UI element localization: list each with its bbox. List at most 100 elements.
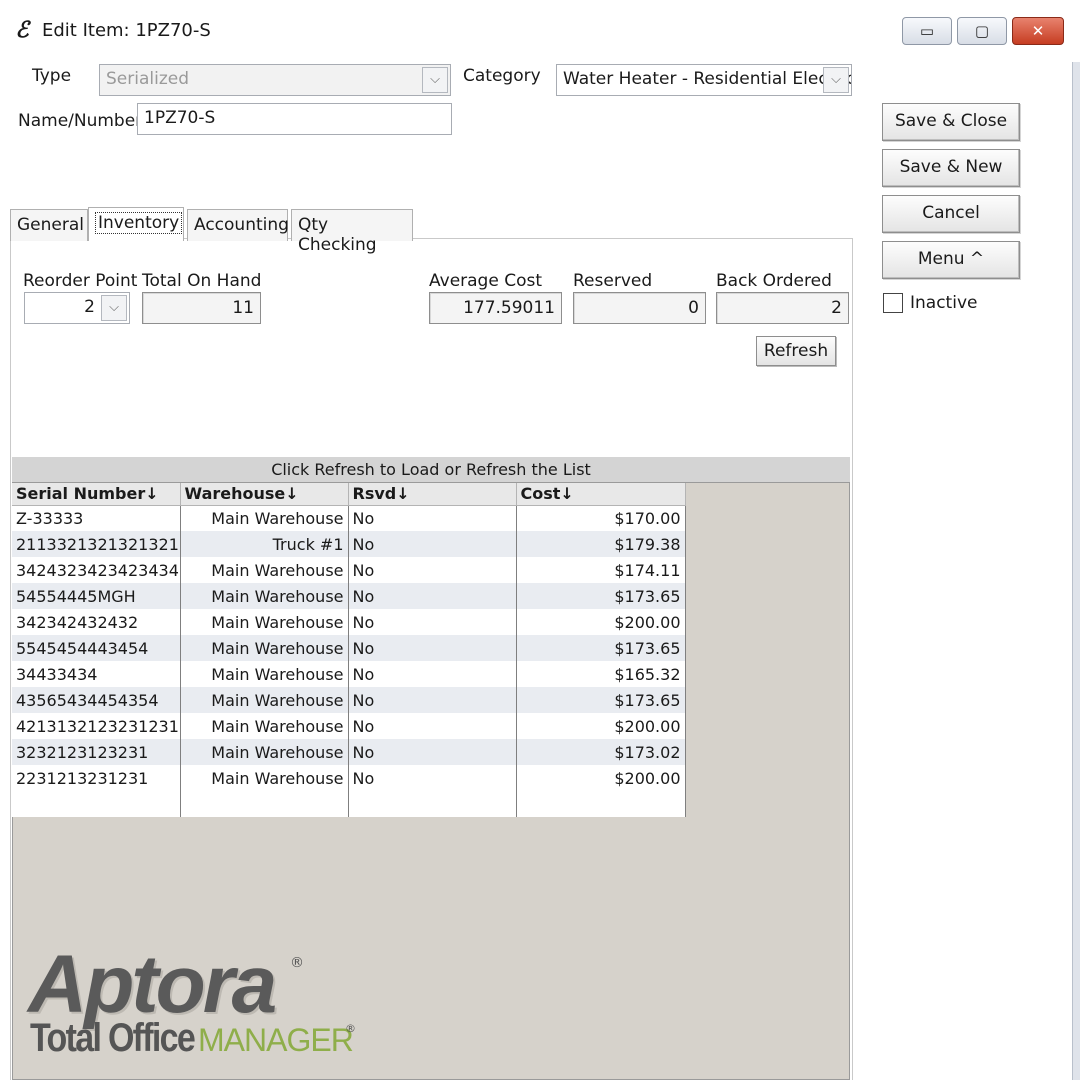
save-close-button[interactable]: Save & Close (882, 103, 1020, 141)
column-header-rsvd[interactable]: Rsvd↓ (348, 483, 517, 506)
inactive-checkbox[interactable] (883, 293, 903, 313)
type-label: Type (32, 66, 72, 86)
serial-number-cell: 342342432432 (12, 609, 181, 635)
column-header-cost[interactable]: Cost↓ (516, 483, 686, 506)
cost-cell: $174.11 (516, 557, 686, 583)
window-title: Edit Item: 1PZ70-S (42, 20, 211, 41)
grid-caption: Click Refresh to Load or Refresh the Lis… (12, 457, 850, 483)
serial-number-cell: 5545454443454 (12, 635, 181, 661)
table-row[interactable]: 3424323423423434 Main Warehouse No $174.11 (12, 557, 686, 583)
cost-cell: $179.38 (516, 531, 686, 557)
maximize-button[interactable]: ▢ (957, 17, 1007, 45)
table-row[interactable]: 3232123123231 Main Warehouse No $173.02 (12, 739, 686, 765)
cost-cell: $200.00 (516, 609, 686, 635)
back-ordered-value: 2 (716, 292, 849, 324)
rsvd-cell: No (348, 765, 517, 791)
table-row[interactable]: Z-33333 Main Warehouse No $170.00 (12, 505, 686, 531)
serial-number-grid: Serial Number↓ Warehouse↓ Rsvd↓ Cost↓ Z-… (12, 483, 686, 817)
cancel-button[interactable]: Cancel (882, 195, 1020, 233)
chevron-down-icon[interactable]: ⌵ (823, 67, 849, 93)
tab-qty-checking[interactable]: Qty Checking (291, 209, 413, 255)
table-row[interactable]: 4213132123231231 Main Warehouse No $200.00 (12, 713, 686, 739)
serial-number-cell: 54554445MGH (12, 583, 181, 609)
rsvd-cell: No (348, 583, 517, 609)
serial-number-cell: 34433434 (12, 661, 181, 687)
table-row[interactable]: 2231213231231 Main Warehouse No $200.00 (12, 765, 686, 791)
rsvd-cell: No (348, 505, 517, 531)
rsvd-cell: No (348, 531, 517, 557)
warehouse-cell: Main Warehouse (180, 713, 349, 739)
cost-cell: $200.00 (516, 713, 686, 739)
serial-number-cell: 4213132123231231 (12, 713, 181, 739)
category-select[interactable]: Water Heater - Residential Electric ⌵ (556, 64, 852, 96)
empty-cell (180, 791, 349, 817)
warehouse-cell: Main Warehouse (180, 635, 349, 661)
warehouse-cell: Main Warehouse (180, 609, 349, 635)
cost-cell: $173.02 (516, 739, 686, 765)
logo-product-light: MANAGER (198, 1022, 354, 1058)
serial-number-cell: 43565434454354 (12, 687, 181, 713)
serial-number-cell: 2113321321321321 (12, 531, 181, 557)
rsvd-cell: No (348, 557, 517, 583)
warehouse-cell: Main Warehouse (180, 583, 349, 609)
rsvd-cell: No (348, 661, 517, 687)
name-number-input[interactable]: 1PZ70-S (137, 103, 452, 135)
reorder-point-value: 2 (84, 297, 95, 317)
name-number-label: Name/Number (18, 111, 143, 131)
registered-mark: ® (290, 955, 304, 971)
reorder-point-select[interactable]: 2 ⌵ (24, 292, 130, 324)
type-select[interactable]: Serialized ⌵ (99, 64, 451, 96)
tab-general[interactable]: General (10, 209, 88, 241)
rsvd-cell: No (348, 609, 517, 635)
warehouse-cell: Truck #1 (180, 531, 349, 557)
cost-cell: $173.65 (516, 687, 686, 713)
close-button[interactable]: ✕ (1012, 17, 1064, 45)
table-row[interactable]: 2113321321321321 Truck #1 No $179.38 (12, 531, 686, 557)
refresh-button[interactable]: Refresh (756, 336, 836, 366)
table-row[interactable]: 43565434454354 Main Warehouse No $173.65 (12, 687, 686, 713)
warehouse-cell: Main Warehouse (180, 687, 349, 713)
tab-inventory[interactable]: Inventory (88, 207, 184, 241)
save-new-button[interactable]: Save & New (882, 149, 1020, 187)
cost-cell: $200.00 (516, 765, 686, 791)
table-row[interactable]: 54554445MGH Main Warehouse No $173.65 (12, 583, 686, 609)
back-ordered-label: Back Ordered (716, 271, 832, 291)
tab-accounting[interactable]: Accounting (187, 209, 289, 241)
empty-cell (516, 791, 686, 817)
average-cost-value: 177.59011 (429, 292, 562, 324)
warehouse-cell: Main Warehouse (180, 557, 349, 583)
warehouse-cell: Main Warehouse (180, 505, 349, 531)
serial-number-cell: Z-33333 (12, 505, 181, 531)
table-row[interactable]: 34433434 Main Warehouse No $165.32 (12, 661, 686, 687)
new-row[interactable] (12, 791, 686, 817)
reserved-value: 0 (573, 292, 706, 324)
minimize-button[interactable]: ▭ (902, 17, 952, 45)
menu-button[interactable]: Menu ^ (882, 241, 1020, 279)
chevron-down-icon[interactable]: ⌵ (101, 295, 127, 321)
rsvd-cell: No (348, 713, 517, 739)
cost-cell: $173.65 (516, 635, 686, 661)
close-icon: ✕ (1031, 22, 1045, 40)
total-on-hand-label: Total On Hand (142, 271, 262, 291)
serial-number-cell: 3232123123231 (12, 739, 181, 765)
aptora-e-icon: ℰ (15, 17, 29, 43)
tab-inventory-label: Inventory (95, 212, 183, 234)
cost-cell: $170.00 (516, 505, 686, 531)
registered-mark: ® (345, 1022, 356, 1035)
serial-number-cell: 3424323423423434 (12, 557, 181, 583)
serial-number-cell: 2231213231231 (12, 765, 181, 791)
table-row[interactable]: 342342432432 Main Warehouse No $200.00 (12, 609, 686, 635)
table-row[interactable]: 5545454443454 Main Warehouse No $173.65 (12, 635, 686, 661)
empty-cell (348, 791, 517, 817)
chevron-down-icon[interactable]: ⌵ (422, 67, 448, 93)
column-header-warehouse[interactable]: Warehouse↓ (180, 483, 349, 506)
rsvd-cell: No (348, 635, 517, 661)
logo-product-bold: Total Office (30, 1016, 196, 1060)
warehouse-cell: Main Warehouse (180, 661, 349, 687)
minimize-icon: ▭ (919, 22, 935, 40)
column-header-serial-number[interactable]: Serial Number↓ (12, 483, 181, 506)
type-value: Serialized (106, 69, 189, 89)
warehouse-cell: Main Warehouse (180, 739, 349, 765)
rsvd-cell: No (348, 739, 517, 765)
window-frame-right (1072, 62, 1080, 1080)
